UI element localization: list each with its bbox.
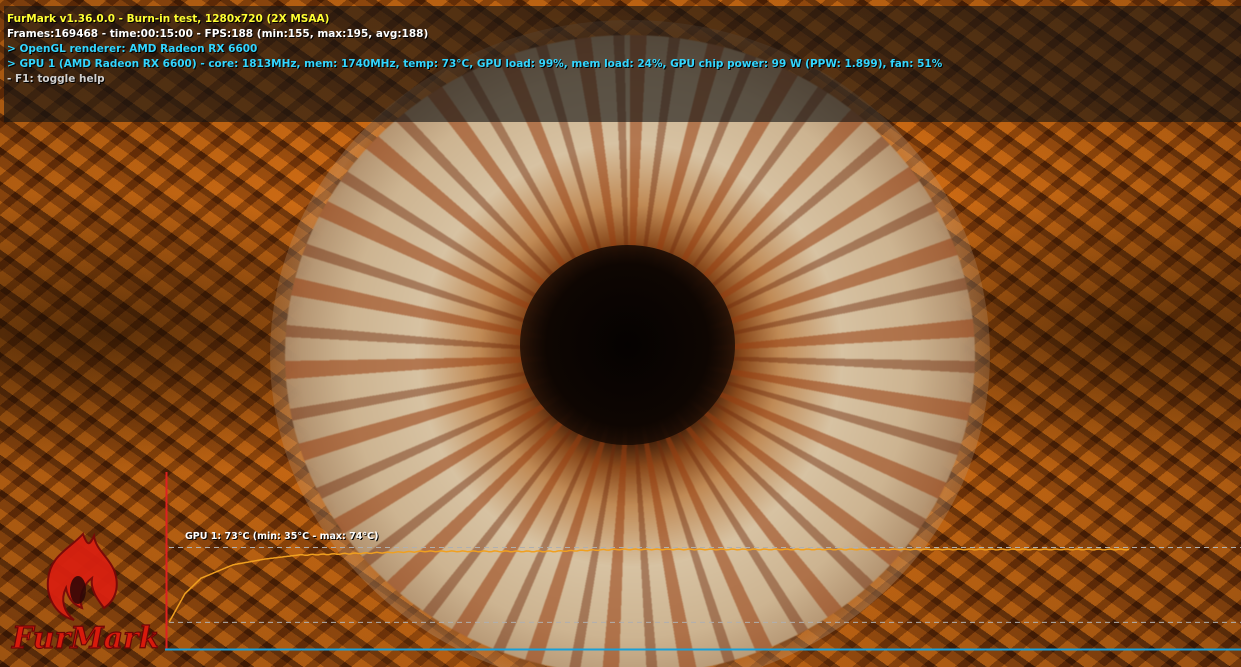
- renderer-line: > OpenGL renderer: AMD Radeon RX 6600: [7, 43, 258, 55]
- temperature-graph-plot: [165, 472, 1241, 651]
- frames-line: Frames:169468 - time:00:15:00 - FPS:188 …: [7, 28, 429, 40]
- flame-eye-icon: [70, 576, 86, 604]
- logo-wordmark: FurMark: [11, 621, 158, 656]
- title-line: FurMark v1.36.0.0 - Burn-in test, 1280x7…: [7, 13, 330, 25]
- gpu-temperature-series: [168, 548, 1130, 623]
- fur-donut-center: [520, 245, 735, 445]
- help-line: - F1: toggle help: [7, 73, 105, 85]
- graph-temperature-label: GPU 1: 73°C (min: 35°C - max: 74°C): [185, 531, 379, 542]
- temperature-graph: GPU 1: 73°C (min: 35°C - max: 74°C): [165, 472, 1241, 657]
- flame-icon: [46, 532, 118, 621]
- furmark-viewport: FurMark v1.36.0.0 - Burn-in test, 1280x7…: [0, 0, 1241, 667]
- gpu-stats-line: > GPU 1 (AMD Radeon RX 6600) - core: 181…: [7, 58, 943, 70]
- furmark-logo: FurMark: [10, 532, 158, 657]
